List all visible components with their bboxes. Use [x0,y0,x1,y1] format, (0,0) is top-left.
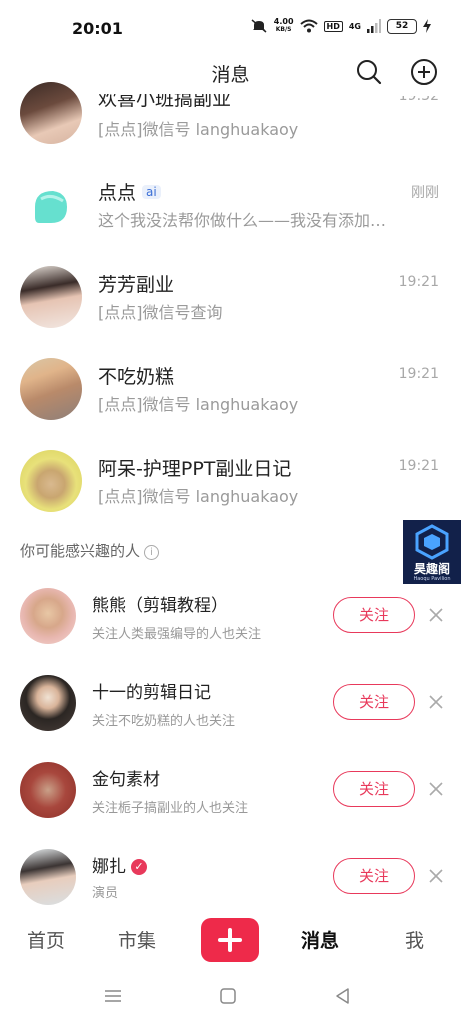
nav-market[interactable]: 市集 [118,926,156,953]
chat-preview: 这个我没法帮你做什么——我没有添加… [98,211,387,230]
search-icon[interactable] [355,58,383,86]
chat-name: 点点 ai [98,178,161,205]
suggestion-name: 熊熊（剪辑教程） [92,596,228,616]
avatar [20,675,76,731]
follow-button[interactable]: 关注 [333,771,415,807]
info-icon[interactable]: i [144,545,160,560]
chat-time: 19:21 [398,458,439,474]
chat-preview: [点点]微信号 langhuakaoy [98,487,299,506]
chat-item[interactable]: 芳芳副业 [点点]微信号查询 19:21 [0,252,461,344]
chat-preview: [点点]微信号 langhuakaoy [98,395,299,414]
chat-item[interactable]: 阿呆-护理PPT副业日记 [点点]微信号 langhuakaoy 19:21 [0,436,461,528]
network-speed: 4.00 KB/S [274,18,294,34]
add-icon[interactable] [410,58,438,86]
suggestion-reason: 演员 [92,886,119,901]
speed-value: 4.00 [273,17,294,26]
hd-icon: HD [323,20,343,32]
suggestion-reason: 关注栀子搞副业的人也关注 [92,801,249,816]
mute-icon [251,19,267,33]
avatar [20,849,76,905]
suggestion-item[interactable]: 熊熊（剪辑教程） 关注人类最强编导的人也关注 关注 [0,580,461,666]
chat-item[interactable]: 欢喜小班搞副业 [点点]微信号 langhuakaoy 19:32 [0,82,461,154]
chat-preview: [点点]微信号查询 [98,303,223,322]
follow-button[interactable]: 关注 [333,858,415,894]
suggestion-name-text: 娜扎 [92,857,126,877]
suggestion-item[interactable]: 十一的剪辑日记 关注不吃奶糕的人也关注 关注 [0,667,461,753]
diandian-logo-icon [35,191,67,223]
avatar [20,82,82,144]
avatar [20,588,76,644]
chat-preview: [点点]微信号 langhuakaoy [98,120,299,139]
suggestion-name: 金句素材 [92,770,160,790]
charging-icon [423,19,431,33]
avatar [20,762,76,818]
avatar [20,266,82,328]
battery-indicator: 52 [387,18,417,34]
suggestion-reason: 关注不吃奶糕的人也关注 [92,714,236,729]
network-type: 4G [348,21,361,31]
close-icon[interactable] [427,693,445,711]
close-icon[interactable] [427,780,445,798]
plus-icon [218,928,242,952]
follow-button[interactable]: 关注 [333,597,415,633]
chat-time: 19:32 [398,88,439,104]
menu-icon[interactable] [103,988,123,1004]
chat-time: 19:21 [398,274,439,290]
suggestion-name: 娜扎 ✓ [92,852,147,877]
nav-messages[interactable]: 消息 [301,926,339,953]
suggestion-reason: 关注人类最强编导的人也关注 [92,627,262,642]
status-time: 20:01 [72,19,123,38]
chat-name: 芳芳副业 [98,274,175,296]
close-icon[interactable] [427,606,445,624]
system-nav-bar [0,976,461,1024]
avatar [20,450,82,512]
close-icon[interactable] [427,867,445,885]
signal-icon [367,19,381,33]
back-icon[interactable] [334,987,352,1005]
nav-me[interactable]: 我 [405,926,424,953]
bottom-nav: 首页 市集 消息 我 [0,912,461,968]
chat-name: 不吃奶糕 [98,366,175,388]
watermark-logo: 昊趣阁 Haoqu Pavilion [403,520,461,584]
nav-home[interactable]: 首页 [27,926,65,953]
chat-time: 19:21 [398,366,439,382]
chat-name: 阿呆-护理PPT副业日记 [98,458,292,480]
suggestion-item[interactable]: 金句素材 关注栀子搞副业的人也关注 关注 [0,754,461,840]
suggestions-header: 你可能感兴趣的人 i [20,540,160,561]
chat-item[interactable]: 不吃奶糕 [点点]微信号 langhuakaoy 19:21 [0,344,461,436]
avatar [20,176,82,238]
wifi-icon [299,19,318,33]
chat-name: 欢喜小班搞副业 [98,88,232,110]
chat-time: 刚刚 [411,185,439,201]
speed-unit: KB/S [275,26,292,33]
post-button[interactable] [201,918,259,962]
chat-name-text: 点点 [98,182,137,204]
status-icons: 4.00 KB/S HD 4G 52 [250,18,431,34]
cube-logo-icon [415,524,449,560]
chat-item[interactable]: 点点 ai 这个我没法帮你做什么——我没有添加… 刚刚 [0,162,461,254]
verified-icon: ✓ [131,859,147,875]
watermark-text: 昊趣阁 [413,562,450,576]
avatar [20,358,82,420]
ai-badge: ai [142,185,161,199]
home-icon[interactable] [219,987,237,1005]
suggestions-title: 你可能感兴趣的人 [20,542,141,560]
page-title: 消息 [211,64,250,86]
status-bar: 20:01 4.00 KB/S HD 4G 52 [0,0,461,56]
suggestion-name: 十一的剪辑日记 [92,683,211,703]
follow-button[interactable]: 关注 [333,684,415,720]
